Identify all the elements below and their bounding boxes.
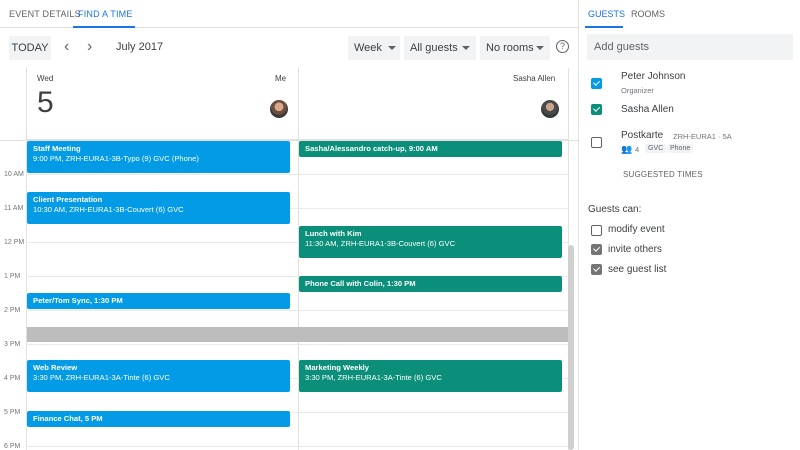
day-number: 5 <box>37 86 54 119</box>
event-title: Marketing Weekly <box>305 363 370 372</box>
event-detail: 3:30 PM, ZRH-EURA1-3A-Tinte (6) GVC <box>33 373 170 382</box>
tab-guests[interactable]: GUESTS <box>588 9 625 19</box>
room-location: ZRH-EURA1 · 5A <box>673 132 732 141</box>
hour-label: 1 PM <box>4 273 21 280</box>
hour-label: 5 PM <box>4 409 21 416</box>
guests-panel: GUESTS ROOMS Add guests Peter Johnson Or… <box>578 0 800 450</box>
rooms-filter-select[interactable]: No rooms <box>480 36 550 60</box>
add-guests-input[interactable]: Add guests <box>587 34 793 60</box>
view-select-value: Week <box>354 42 382 54</box>
avatar-me <box>270 100 288 118</box>
event-title: Finance Chat, 5 PM <box>33 414 103 423</box>
people-icon: 👥 <box>621 144 633 154</box>
check-icon <box>593 244 600 252</box>
hour-label: 11 AM <box>4 205 24 212</box>
event-title: Sasha/Alessandro catch-up, 9:00 AM <box>305 144 438 153</box>
event-detail: 10:30 AM, ZRH-EURA1-3B-Couvert (6) GVC <box>33 205 184 214</box>
event-detail: 3:30 PM, ZRH-EURA1-3A-Tinte (6) GVC <box>305 373 442 382</box>
guests-filter-value: All guests <box>410 42 458 54</box>
room-feature-chip: Phone <box>667 144 694 153</box>
tab-event-details[interactable]: EVENT DETAILS <box>9 9 81 19</box>
see-guest-list-checkbox[interactable] <box>591 264 602 275</box>
room-feature-chip: GVC <box>645 144 667 153</box>
day-of-week: Wed <box>37 74 54 83</box>
check-icon <box>593 78 600 86</box>
person-name-sasha: Sasha Allen <box>513 74 556 83</box>
hour-label: 4 PM <box>4 375 21 382</box>
active-tab-underline <box>585 26 623 28</box>
grid-divider <box>26 68 27 450</box>
guest-role: Organizer <box>621 86 654 95</box>
column-header-sasha: Sasha Allen <box>298 68 568 140</box>
event-detail: 11:30 AM, ZRH-EURA1-3B-Couvert (6) GVC <box>305 239 456 248</box>
suggested-times-button[interactable]: SUGGESTED TIMES <box>623 170 703 179</box>
event-title: Client Presentation <box>33 195 103 204</box>
tab-find-a-time[interactable]: FIND A TIME <box>78 9 133 19</box>
prev-week-button[interactable]: ‹ <box>64 38 69 56</box>
grid-divider <box>298 68 299 450</box>
hour-label: 6 PM <box>4 443 21 450</box>
guest-checkbox[interactable] <box>591 104 602 115</box>
column-header-me: Wed 5 Me <box>26 68 298 140</box>
event-phone-call-colin[interactable]: Phone Call with Colin, 1:30 PM <box>299 276 562 292</box>
calendar-toolbar: TODAY ‹ › July 2017 Week All guests No r… <box>0 28 578 68</box>
invite-others-checkbox[interactable] <box>591 244 602 255</box>
rooms-filter-value: No rooms <box>486 42 534 54</box>
option-label: modify event <box>608 224 665 235</box>
hour-label: 12 PM <box>4 239 25 246</box>
guest-checkbox[interactable] <box>591 78 602 89</box>
event-sasha-alessandro[interactable]: Sasha/Alessandro catch-up, 9:00 AM <box>299 141 562 157</box>
room-checkbox[interactable] <box>591 137 602 148</box>
hour-label: 3 PM <box>4 341 21 348</box>
guest-name: Peter Johnson <box>621 71 686 82</box>
room-name: Postkarte <box>621 130 664 141</box>
check-icon <box>593 104 600 112</box>
event-title: Peter/Tom Sync, 1:30 PM <box>33 296 123 305</box>
tab-rooms[interactable]: ROOMS <box>631 9 665 19</box>
guests-can-heading: Guests can: <box>588 204 642 215</box>
modify-event-checkbox[interactable] <box>591 225 602 236</box>
find-a-time-panel: EVENT DETAILS FIND A TIME TODAY ‹ › July… <box>0 0 578 450</box>
event-title: Lunch with Kim <box>305 229 362 238</box>
check-icon <box>593 264 600 272</box>
person-name-me: Me <box>275 74 287 83</box>
event-staff-meeting[interactable]: Staff Meeting 9:00 PM, ZRH-EURA1-3B-Typo… <box>27 141 290 173</box>
event-title: Staff Meeting <box>33 144 81 153</box>
event-title: Web Review <box>33 363 78 372</box>
next-week-button[interactable]: › <box>87 38 92 56</box>
hour-label: 2 PM <box>4 307 21 314</box>
event-marketing-weekly[interactable]: Marketing Weekly 3:30 PM, ZRH-EURA1-3A-T… <box>299 360 562 392</box>
option-label: invite others <box>608 244 662 255</box>
room-capacity: 4 <box>635 145 640 154</box>
hour-line <box>26 174 568 175</box>
hour-label: 10 AM <box>4 171 24 178</box>
chevron-down-icon <box>462 46 470 50</box>
selected-time-slot[interactable] <box>27 327 570 342</box>
event-finance-chat[interactable]: Finance Chat, 5 PM <box>27 411 290 427</box>
chevron-down-icon <box>536 46 544 50</box>
event-detail: 9:00 PM, ZRH-EURA1-3B-Typo (9) GVC (Phon… <box>33 154 199 163</box>
event-peter-tom-sync[interactable]: Peter/Tom Sync, 1:30 PM <box>27 293 290 309</box>
view-select[interactable]: Week <box>348 36 400 60</box>
chevron-down-icon <box>388 46 396 50</box>
hour-line <box>26 446 568 447</box>
month-label: July 2017 <box>116 41 164 53</box>
event-lunch-with-kim[interactable]: Lunch with Kim 11:30 AM, ZRH-EURA1-3B-Co… <box>299 226 562 258</box>
event-web-review[interactable]: Web Review 3:30 PM, ZRH-EURA1-3A-Tinte (… <box>27 360 290 392</box>
today-button[interactable]: TODAY <box>9 36 51 60</box>
hour-line <box>26 344 568 345</box>
event-title: Phone Call with Colin, 1:30 PM <box>305 279 416 288</box>
guests-filter-select[interactable]: All guests <box>404 36 476 60</box>
event-tabs: EVENT DETAILS FIND A TIME <box>0 0 578 28</box>
help-icon[interactable]: ? <box>556 40 569 53</box>
avatar-sasha <box>541 100 559 118</box>
option-label: see guest list <box>608 264 667 275</box>
guest-name: Sasha Allen <box>621 104 674 115</box>
grid-scrollbar[interactable] <box>568 245 574 450</box>
hour-line <box>26 310 568 311</box>
event-client-presentation[interactable]: Client Presentation 10:30 AM, ZRH-EURA1-… <box>27 192 290 224</box>
